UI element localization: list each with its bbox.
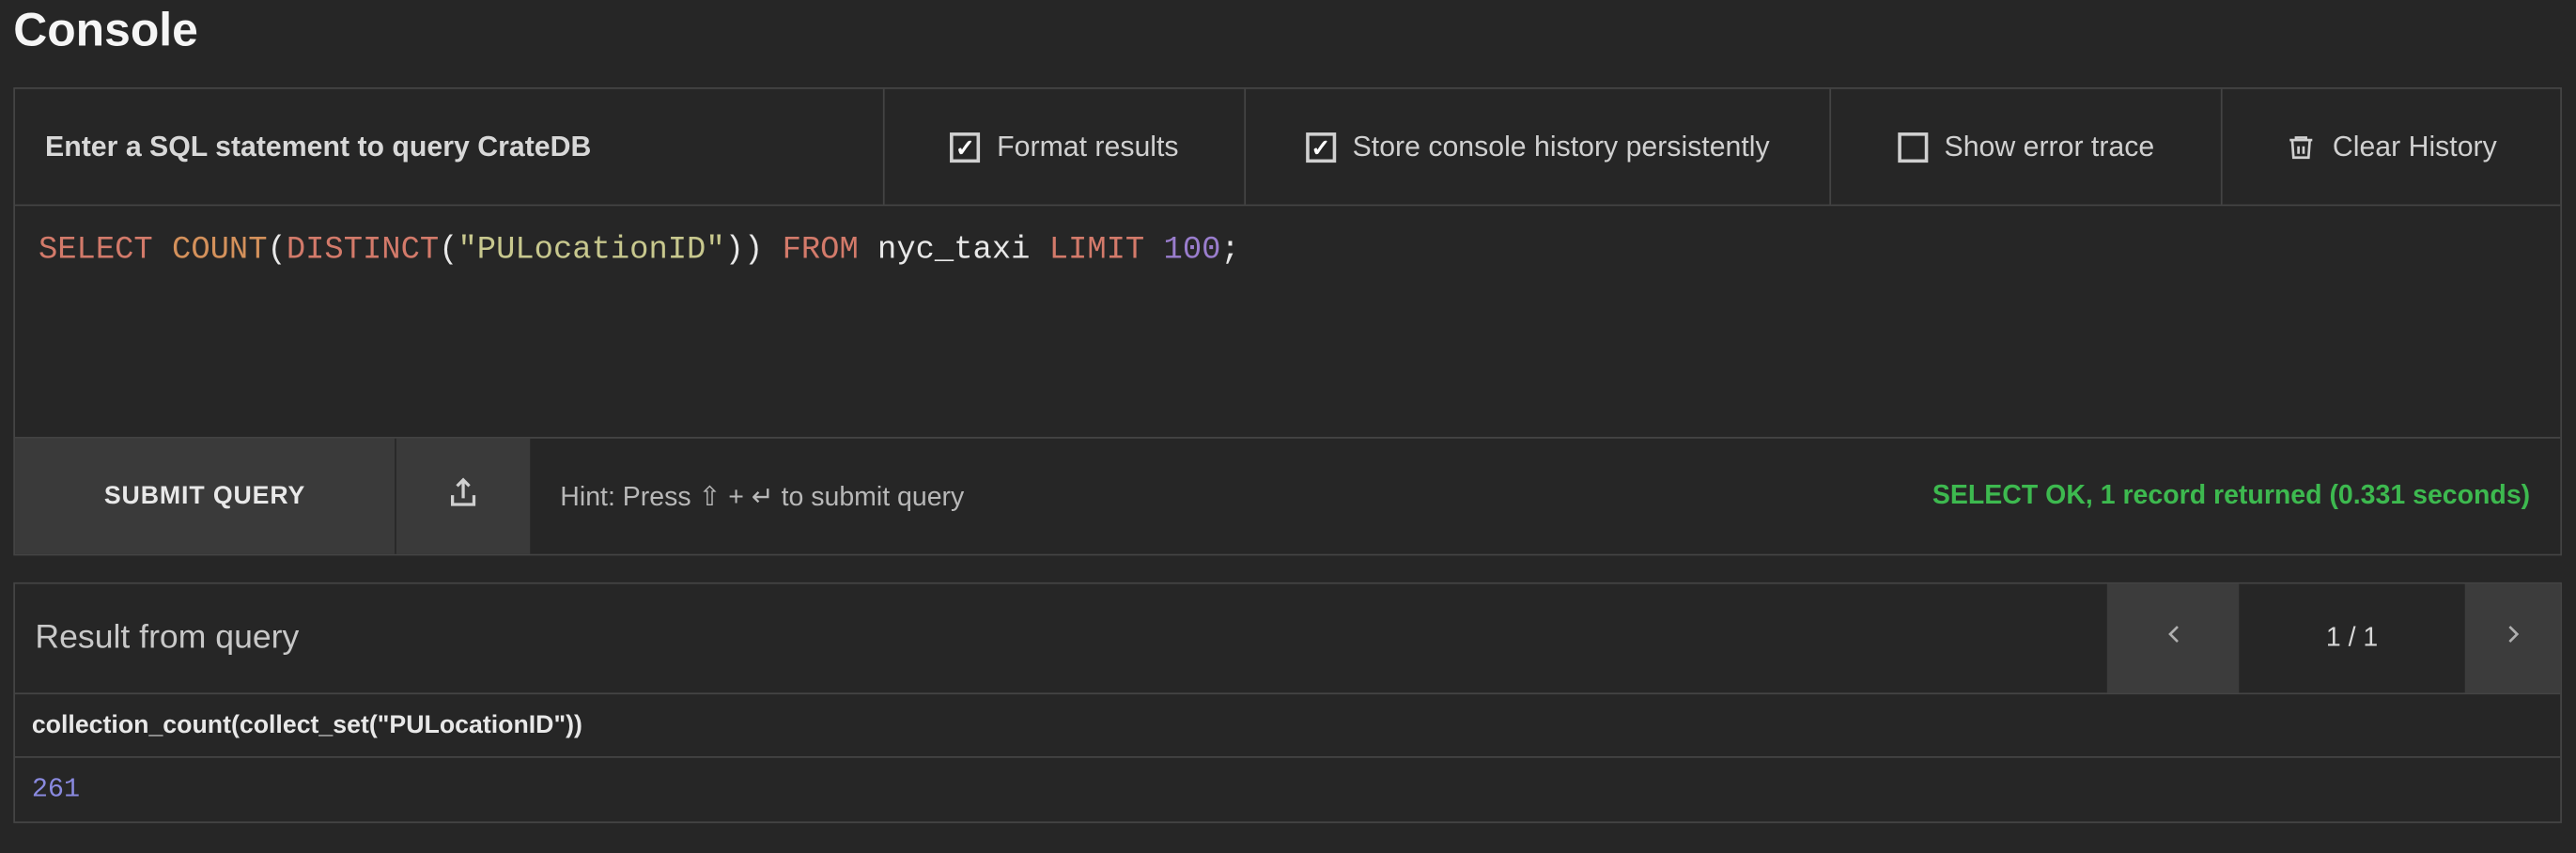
results-panel: Result from query 1 / 1 collection_count… <box>13 582 2562 823</box>
query-status: SELECT OK, 1 record returned (0.331 seco… <box>1932 481 2530 511</box>
prev-page-button[interactable] <box>2105 584 2239 693</box>
sql-editor[interactable]: SELECT COUNT(DISTINCT("PULocationID")) F… <box>15 206 2560 437</box>
action-bar: SUBMIT QUERY Hint: Press ⇧ + ↵ to submit… <box>15 437 2560 554</box>
console-panel: Enter a SQL statement to query CrateDB F… <box>13 87 2562 555</box>
toolbar-prompt: Enter a SQL statement to query CrateDB <box>15 89 885 205</box>
clear-history-button[interactable]: Clear History <box>2223 89 2561 205</box>
results-header: Result from query 1 / 1 <box>15 584 2560 694</box>
checkbox-unchecked-icon <box>1898 132 1928 162</box>
error-trace-toggle[interactable]: Show error trace <box>1831 89 2223 205</box>
result-row: 261 <box>15 758 2560 822</box>
trash-icon <box>2286 130 2316 163</box>
page-title: Console <box>13 4 2562 57</box>
share-icon <box>444 470 481 523</box>
persist-history-toggle[interactable]: Store console history persistently <box>1246 89 1831 205</box>
toolbar: Enter a SQL statement to query CrateDB F… <box>15 89 2560 207</box>
share-button[interactable] <box>396 439 530 554</box>
checkbox-checked-icon <box>1306 132 1336 162</box>
page-indicator: 1 / 1 <box>2239 584 2463 693</box>
persist-history-label: Store console history persistently <box>1353 130 1770 163</box>
submit-query-button[interactable]: SUBMIT QUERY <box>15 439 396 554</box>
checkbox-checked-icon <box>950 132 980 162</box>
chevron-left-icon <box>2158 618 2188 659</box>
action-info: Hint: Press ⇧ + ↵ to submit query SELECT… <box>530 439 2560 554</box>
clear-history-label: Clear History <box>2333 130 2497 163</box>
result-column-header: collection_count(collect_set("PULocation… <box>15 694 2560 758</box>
next-page-button[interactable] <box>2463 584 2560 693</box>
results-title: Result from query <box>15 584 2105 693</box>
submit-hint: Hint: Press ⇧ + ↵ to submit query <box>560 479 964 513</box>
chevron-right-icon <box>2497 618 2527 659</box>
format-results-label: Format results <box>997 130 1178 163</box>
error-trace-label: Show error trace <box>1945 130 2155 163</box>
format-results-toggle[interactable]: Format results <box>885 89 1246 205</box>
